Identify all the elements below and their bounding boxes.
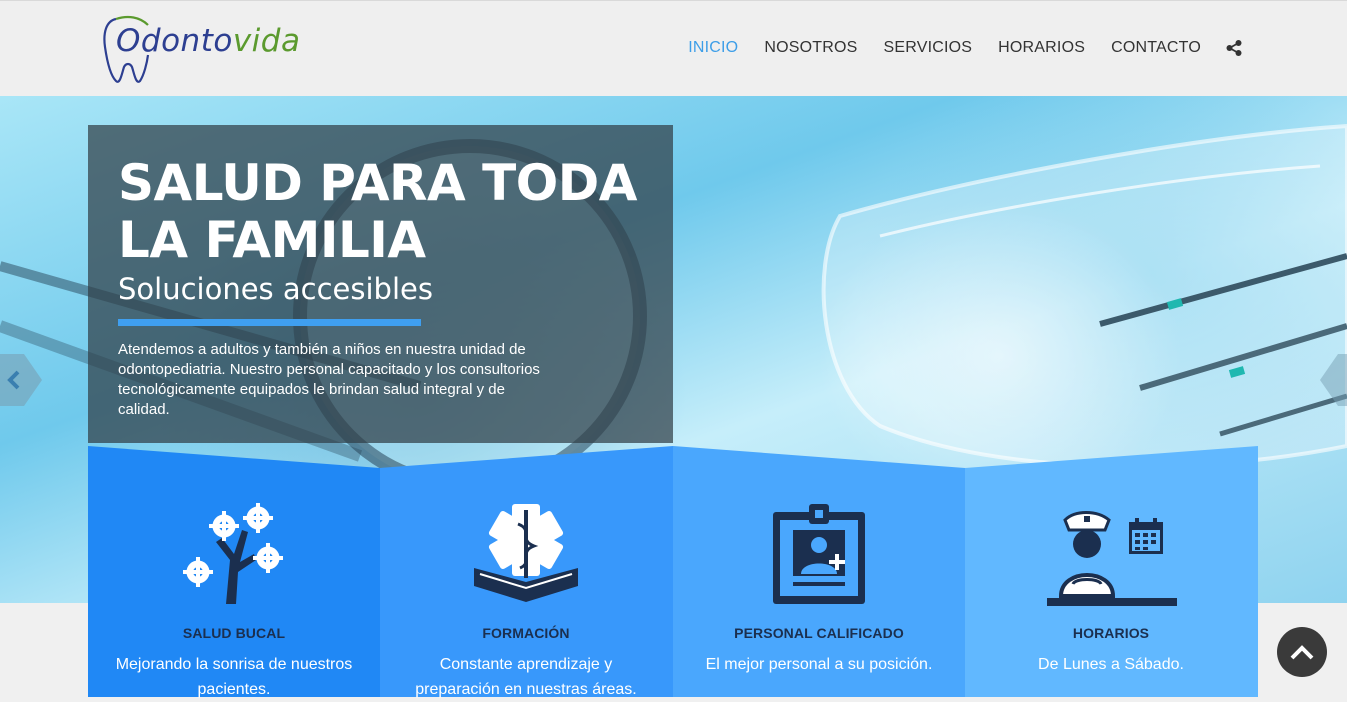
nav-item-horarios[interactable]: HORARIOS (998, 37, 1085, 59)
slider-next-button[interactable] (1320, 354, 1347, 406)
logo-text: Odontovida (116, 23, 300, 59)
feature-formacion: FORMACIÓN Constante aprendizaje y prepar… (380, 446, 672, 698)
feature-title: PERSONAL CALIFICADO (734, 625, 904, 641)
feature-title: HORARIOS (1072, 625, 1150, 641)
feature-description: El mejor personal a su posición. (705, 656, 933, 673)
chevron-left-icon (0, 354, 42, 406)
gear-tree-icon (88, 500, 380, 610)
medical-book-icon (380, 500, 672, 610)
features-section: SALUD BUCAL Mejorando la sonrisa de nues… (88, 446, 1258, 698)
logo-text-vida: vida (232, 23, 301, 59)
hero-description: Atendemos a adultos y también a niños en… (118, 341, 540, 418)
feature-title: SALUD BUCAL (182, 625, 286, 641)
hero-title: SALUD PARA TODA LA FAMILIA (118, 154, 637, 269)
hero-divider (118, 319, 421, 326)
feature-personal-calificado: PERSONAL CALIFICADO El mejor personal a … (673, 446, 965, 697)
feature-salud-bucal: SALUD BUCAL Mejorando la sonrisa de nues… (88, 446, 380, 698)
nav-item-inicio[interactable]: INICIO (688, 37, 738, 59)
nav-item-nosotros[interactable]: NOSOTROS (764, 37, 857, 59)
site-header: Odontovida INICIO NOSOTROS SERVICIOS HOR… (0, 0, 1347, 96)
scroll-to-top-button[interactable] (1277, 627, 1327, 677)
feature-horarios: HORARIOS De Lunes a Sábado. (965, 446, 1257, 697)
nurse-calendar-icon (965, 500, 1257, 610)
nav-item-servicios[interactable]: SERVICIOS (883, 37, 972, 59)
chevron-right-icon (1320, 354, 1347, 406)
feature-title: FORMACIÓN (482, 625, 570, 641)
hero-subtitle: Soluciones accesibles (118, 272, 433, 306)
main-nav: INICIO NOSOTROS SERVICIOS HORARIOS CONTA… (662, 37, 1243, 59)
logo[interactable]: Odontovida (100, 13, 300, 85)
share-icon[interactable] (1225, 39, 1243, 57)
feature-description: Constante aprendizaje y preparación en n… (415, 656, 637, 698)
nav-item-contacto[interactable]: CONTACTO (1111, 37, 1201, 59)
logo-text-odonto: Odonto (116, 23, 233, 59)
doctor-badge-icon (673, 500, 965, 610)
feature-description: De Lunes a Sábado. (1038, 656, 1184, 673)
chevron-up-icon (1290, 645, 1314, 660)
hero-caption: SALUD PARA TODA LA FAMILIA Soluciones ac… (88, 125, 673, 443)
slider-prev-button[interactable] (0, 354, 42, 406)
feature-description: Mejorando la sonrisa de nuestros pacient… (115, 656, 353, 698)
